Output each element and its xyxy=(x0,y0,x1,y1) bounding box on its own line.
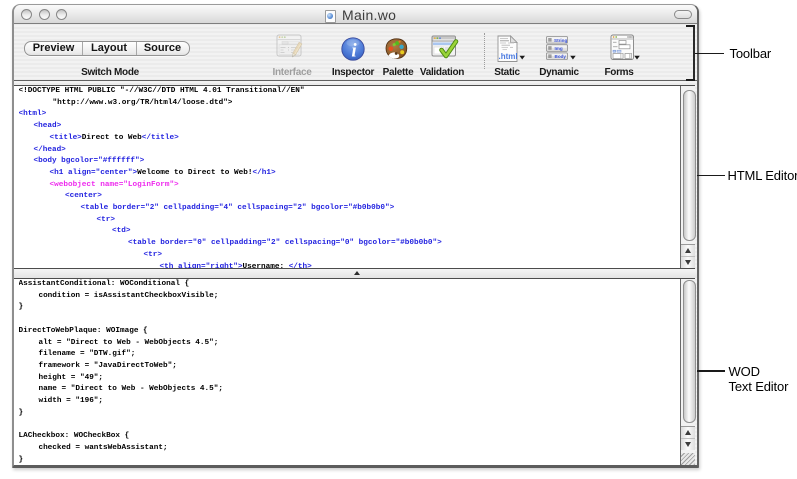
svg-text:Body: Body xyxy=(555,54,567,59)
svg-text:String: String xyxy=(554,38,567,43)
svg-text:i: i xyxy=(351,41,357,62)
svg-text:.html: .html xyxy=(499,52,518,61)
svg-text:Img: Img xyxy=(555,46,563,51)
